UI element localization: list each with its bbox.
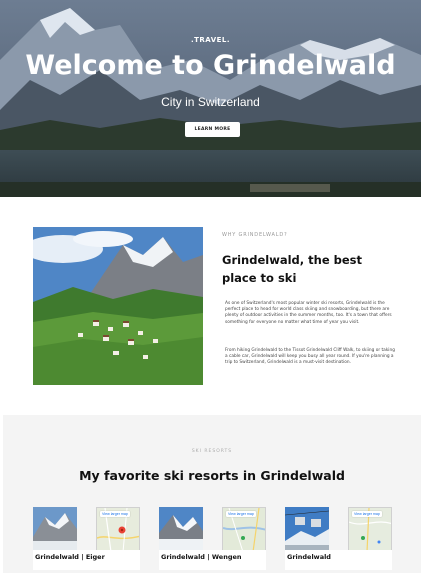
view-larger-map-link[interactable]: View larger map [100,511,130,517]
resort-photo [285,507,329,551]
resort-map[interactable]: View larger map [348,507,392,551]
resort-name: Grindelwald | Wengen [161,553,242,561]
hero-subtitle: City in Switzerland [161,95,260,109]
about-heading: Grindelwald, the best place to ski [222,253,363,285]
resorts-eyebrow: SKI RESORTS [191,449,233,454]
resort-card: View larger map Grindelwald | Eiger [33,507,141,573]
hero-title: Welcome to Grindelwald [25,50,396,81]
resort-card: View larger map Grindelwald [285,507,393,573]
resort-card: View larger map Grindelwald | Wengen [159,507,267,573]
about-section: WHY GRINDELWALD? Grindelwald, the best p… [0,197,421,415]
resorts-title: My favorite ski resorts in Grindelwald [79,468,345,483]
about-paragraph-2: From hiking Grindelwald to the Tissot Gr… [225,348,395,366]
brand-logo-text: .TRAVEL. [190,36,231,44]
resort-name: Grindelwald [287,553,331,561]
resort-map[interactable]: View larger map [96,507,140,551]
about-eyebrow: WHY GRINDELWALD? [222,232,288,238]
learn-more-button[interactable]: LEARN MORE [185,122,240,137]
hero-section: .TRAVEL. Welcome to Grindelwald City in … [0,0,421,197]
resort-name: Grindelwald | Eiger [35,553,105,561]
grindelwald-valley-photo [33,227,203,385]
about-paragraph-1: As one of Switzerland's most popular win… [225,301,392,325]
view-larger-map-link[interactable]: View larger map [352,511,382,517]
view-larger-map-link[interactable]: View larger map [226,511,256,517]
ski-resorts-section: SKI RESORTS My favorite ski resorts in G… [3,415,421,573]
resort-photo [33,507,77,551]
resort-photo [159,507,203,551]
resort-map[interactable]: View larger map [222,507,266,551]
